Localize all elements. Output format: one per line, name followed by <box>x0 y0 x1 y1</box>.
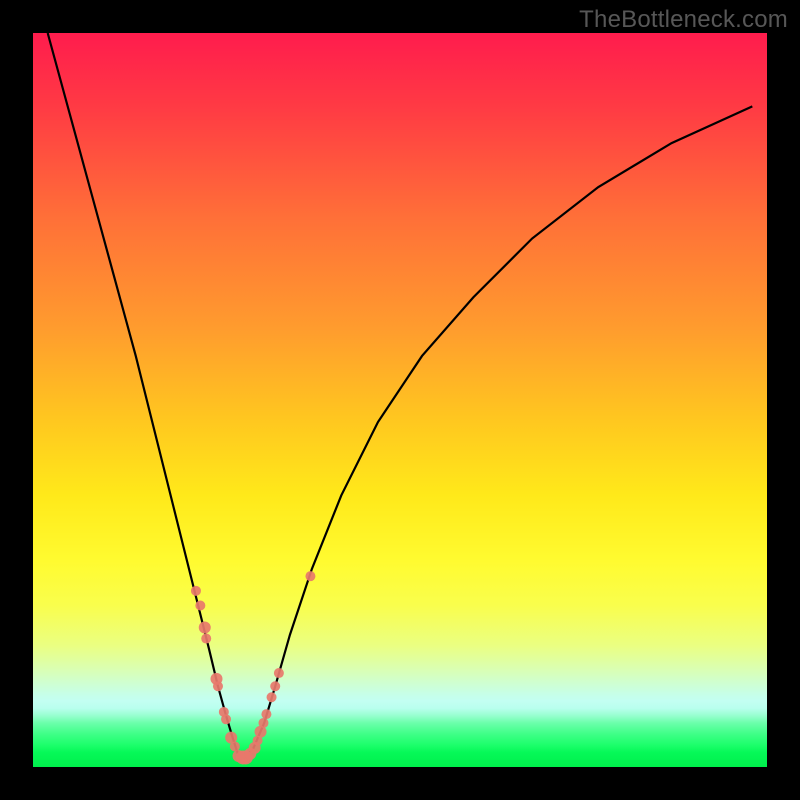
sample-dot <box>191 586 201 596</box>
sample-dot <box>267 692 277 702</box>
sample-dot <box>305 571 315 581</box>
sample-dot <box>258 718 268 728</box>
chart-svg <box>33 33 767 767</box>
sample-dot <box>274 668 284 678</box>
sample-dot <box>221 714 231 724</box>
sample-dot <box>270 681 280 691</box>
sample-dot <box>261 709 271 719</box>
watermark-text: TheBottleneck.com <box>579 6 788 34</box>
sample-dot <box>201 634 211 644</box>
bottleneck-curve <box>48 33 753 757</box>
sample-dots-group <box>191 571 316 764</box>
sample-dot <box>213 681 223 691</box>
sample-dot <box>199 622 211 634</box>
sample-dot <box>195 601 205 611</box>
chart-frame: TheBottleneck.com <box>0 0 800 800</box>
sample-dot <box>230 741 240 751</box>
